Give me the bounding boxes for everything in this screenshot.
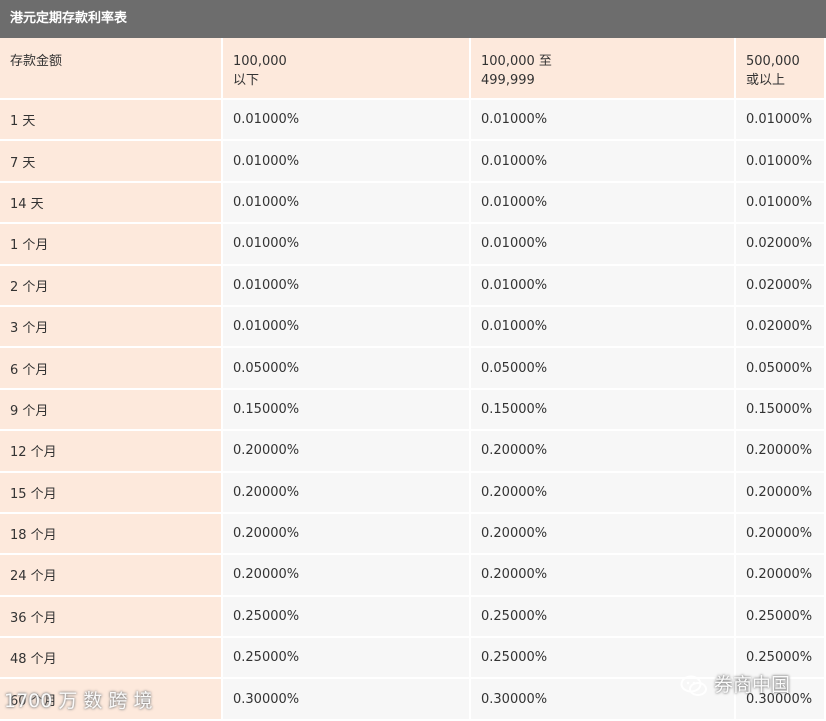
header-tier-2: 100,000 至 499,999 bbox=[471, 38, 736, 100]
term-cell: 1 个月 bbox=[0, 224, 223, 266]
rate-tier-1-cell: 0.15000% bbox=[223, 389, 471, 432]
wechat-icon bbox=[680, 675, 707, 696]
table-row: 3 个月 0.01000% 0.01000% 0.02000% bbox=[0, 306, 826, 349]
rate-tier-1-cell: 0.20000% bbox=[223, 431, 471, 473]
rate-tier-1-cell: 0.25000% bbox=[223, 638, 471, 680]
header-tier-2-line1: 100,000 至 bbox=[481, 54, 552, 69]
term-cell: 14 天 bbox=[0, 182, 223, 225]
rate-tier-2-cell: 0.01000% bbox=[471, 224, 736, 266]
table-row: 24 个月 0.20000% 0.20000% 0.20000% bbox=[0, 555, 826, 597]
rate-tier-2-cell: 0.20000% bbox=[471, 555, 736, 597]
table-row: 1 天 0.01000% 0.01000% 0.01000% bbox=[0, 100, 826, 142]
rate-tier-2-cell: 0.25000% bbox=[471, 596, 736, 639]
table-row: 7 天 0.01000% 0.01000% 0.01000% bbox=[0, 141, 826, 183]
rate-tier-1-cell: 0.20000% bbox=[223, 513, 471, 556]
header-tier-2-line2: 499,999 bbox=[481, 73, 535, 88]
header-tier-3: 500,000 或以上 bbox=[736, 38, 826, 100]
header-tier-1: 100,000 以下 bbox=[223, 38, 471, 100]
rate-tier-2-cell: 0.20000% bbox=[471, 513, 736, 556]
rate-tier-3-cell: 0.25000% bbox=[736, 596, 826, 639]
rate-tier-3-cell: 0.01000% bbox=[736, 182, 826, 225]
rate-tier-3-cell: 0.15000% bbox=[736, 389, 826, 432]
rate-tier-1-cell: 0.05000% bbox=[223, 348, 471, 390]
rate-tier-3-cell: 0.20000% bbox=[736, 555, 826, 597]
rate-tier-3-cell: 0.02000% bbox=[736, 224, 826, 266]
rate-tier-1-cell: 0.01000% bbox=[223, 100, 471, 142]
rate-tier-1-cell: 0.01000% bbox=[223, 265, 471, 307]
rate-tier-3-cell: 0.20000% bbox=[736, 431, 826, 473]
table-row: 1 个月 0.01000% 0.01000% 0.02000% bbox=[0, 224, 826, 266]
term-cell: 2 个月 bbox=[0, 265, 223, 307]
rate-tier-3-cell: 0.02000% bbox=[736, 265, 826, 307]
rate-tier-2-cell: 0.15000% bbox=[471, 389, 736, 432]
rate-tier-3-cell: 0.01000% bbox=[736, 100, 826, 142]
table-row: 2 个月 0.01000% 0.01000% 0.02000% bbox=[0, 265, 826, 307]
rate-tier-2-cell: 0.20000% bbox=[471, 431, 736, 473]
rate-table: 存款金额 100,000 以下 100,000 至 499,999 500,00… bbox=[0, 38, 826, 721]
rate-tier-2-cell: 0.01000% bbox=[471, 100, 736, 142]
table-row: 36 个月 0.25000% 0.25000% 0.25000% bbox=[0, 596, 826, 639]
rate-tier-2-cell: 0.01000% bbox=[471, 182, 736, 225]
rate-tier-3-cell: 0.01000% bbox=[736, 141, 826, 183]
header-amount-label: 存款金额 bbox=[10, 54, 63, 69]
rate-tier-2-cell: 0.01000% bbox=[471, 141, 736, 183]
watermark-left: 1700 万 数 跨 境 bbox=[4, 690, 153, 712]
rate-tier-1-cell: 0.20000% bbox=[223, 472, 471, 514]
header-amount: 存款金额 bbox=[0, 38, 223, 100]
term-cell: 12 个月 bbox=[0, 431, 223, 473]
rate-tier-1-cell: 0.30000% bbox=[223, 679, 471, 721]
rate-tier-1-cell: 0.01000% bbox=[223, 224, 471, 266]
table-row: 18 个月 0.20000% 0.20000% 0.20000% bbox=[0, 513, 826, 556]
rate-tier-2-cell: 0.01000% bbox=[471, 306, 736, 349]
term-cell: 48 个月 bbox=[0, 638, 223, 680]
term-cell: 15 个月 bbox=[0, 472, 223, 514]
rate-tier-2-cell: 0.05000% bbox=[471, 348, 736, 390]
term-cell: 7 天 bbox=[0, 141, 223, 183]
header-row: 存款金额 100,000 以下 100,000 至 499,999 500,00… bbox=[0, 38, 826, 100]
term-cell: 6 个月 bbox=[0, 348, 223, 390]
table-row: 14 天 0.01000% 0.01000% 0.01000% bbox=[0, 182, 826, 225]
rate-tier-1-cell: 0.20000% bbox=[223, 555, 471, 597]
term-cell: 1 天 bbox=[0, 100, 223, 142]
rate-tier-3-cell: 0.20000% bbox=[736, 513, 826, 556]
table-row: 6 个月 0.05000% 0.05000% 0.05000% bbox=[0, 348, 826, 390]
term-cell: 24 个月 bbox=[0, 555, 223, 597]
term-cell: 3 个月 bbox=[0, 306, 223, 349]
table-row: 9 个月 0.15000% 0.15000% 0.15000% bbox=[0, 389, 826, 432]
watermark-right-text: 券商中国 bbox=[714, 674, 791, 696]
rate-tier-1-cell: 0.01000% bbox=[223, 182, 471, 225]
rate-tier-3-cell: 0.02000% bbox=[736, 306, 826, 349]
term-cell: 9 个月 bbox=[0, 389, 223, 432]
rate-tier-3-cell: 0.05000% bbox=[736, 348, 826, 390]
rate-tier-2-cell: 0.01000% bbox=[471, 265, 736, 307]
header-tier-3-line1: 500,000 bbox=[746, 54, 800, 69]
table-row: 12 个月 0.20000% 0.20000% 0.20000% bbox=[0, 431, 826, 473]
rate-tier-1-cell: 0.25000% bbox=[223, 596, 471, 639]
term-cell: 36 个月 bbox=[0, 596, 223, 639]
term-cell: 18 个月 bbox=[0, 513, 223, 556]
header-tier-1-line2: 以下 bbox=[233, 73, 260, 88]
header-tier-1-line1: 100,000 bbox=[233, 54, 287, 69]
rate-tier-2-cell: 0.20000% bbox=[471, 472, 736, 514]
rate-tier-1-cell: 0.01000% bbox=[223, 306, 471, 349]
rate-tier-1-cell: 0.01000% bbox=[223, 141, 471, 183]
rate-tier-3-cell: 0.20000% bbox=[736, 472, 826, 514]
watermark-right: 券商中国 bbox=[680, 670, 790, 697]
header-tier-3-line2: 或以上 bbox=[746, 73, 786, 88]
table-row: 15 个月 0.20000% 0.20000% 0.20000% bbox=[0, 472, 826, 514]
table-title: 港元定期存款利率表 bbox=[0, 0, 826, 38]
